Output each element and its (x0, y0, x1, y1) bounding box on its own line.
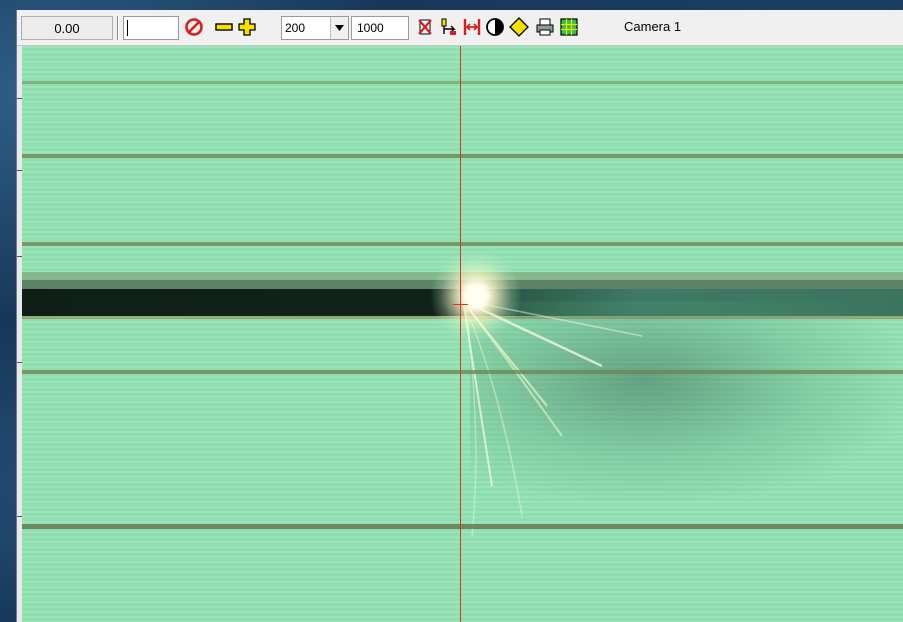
measure-icon (463, 19, 481, 35)
toolbar-separator (117, 16, 119, 40)
camera-viewer-window: 0.00 200 1000 Camera 1 (16, 10, 903, 622)
impact-flash (431, 251, 521, 341)
zoom-in-button[interactable] (236, 16, 258, 38)
sync-icon (441, 18, 456, 35)
no-entry-icon (185, 18, 203, 36)
stop-button[interactable] (183, 16, 205, 38)
plus-icon (238, 18, 256, 36)
printer-icon (536, 18, 554, 36)
text-caret (127, 20, 128, 36)
time-value: 0.00 (54, 20, 80, 36)
cursor-line[interactable] (460, 46, 461, 622)
frame-count-value: 1000 (357, 21, 384, 35)
marker-button[interactable] (508, 16, 530, 38)
zoom-out-button[interactable] (213, 16, 235, 38)
zoom-select[interactable]: 200 (281, 16, 349, 40)
minus-icon (215, 23, 233, 31)
zoom-value: 200 (285, 21, 306, 35)
image-stripe (22, 154, 903, 158)
image-stripe (22, 370, 903, 374)
delete-cross-icon (418, 19, 432, 35)
chevron-down-icon (335, 25, 344, 31)
contrast-button[interactable] (484, 16, 506, 38)
image-stripe (22, 524, 903, 529)
clear-button[interactable] (414, 16, 436, 38)
frame-count-field[interactable]: 1000 (351, 16, 409, 40)
diamond-marker-icon (509, 17, 529, 37)
grid-button[interactable] (558, 16, 580, 38)
camera-image-view[interactable] (22, 46, 903, 622)
text-input-field[interactable] (123, 16, 179, 40)
image-stripe (22, 81, 903, 84)
time-value-field[interactable]: 0.00 (21, 16, 113, 40)
toolbar: 0.00 200 1000 Camera 1 (17, 10, 903, 46)
contrast-icon (486, 18, 504, 36)
print-button[interactable] (534, 16, 556, 38)
measure-button[interactable] (461, 16, 483, 38)
zoom-dropdown-button[interactable] (330, 17, 348, 39)
cursor-crosshair (453, 304, 468, 305)
grid-icon (560, 18, 578, 36)
sync-button[interactable] (438, 16, 460, 38)
image-stripe (22, 242, 903, 246)
camera-label: Camera 1 (624, 19, 682, 34)
